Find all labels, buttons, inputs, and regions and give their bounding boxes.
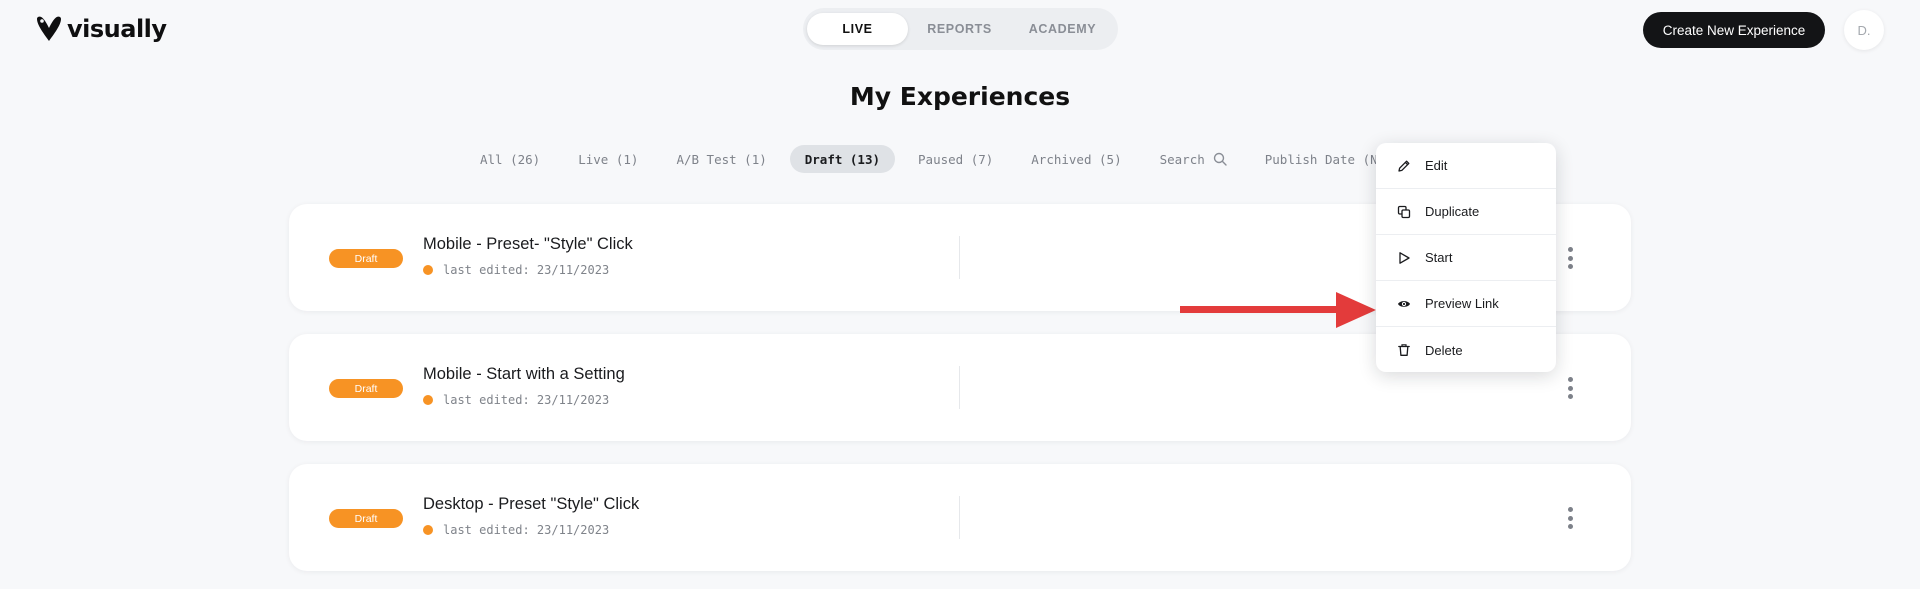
search-filter[interactable]: Search: [1145, 145, 1242, 173]
menu-item-edit[interactable]: Edit: [1376, 143, 1556, 189]
pencil-icon: [1398, 160, 1410, 172]
last-edited: last edited: 23/11/2023: [423, 393, 609, 407]
status-dot: [423, 395, 433, 405]
last-edited-text: last edited: 23/11/2023: [443, 523, 610, 537]
menu-item-duplicate[interactable]: Duplicate: [1376, 189, 1556, 235]
copy-icon: [1397, 205, 1411, 218]
logo[interactable]: visually: [35, 15, 167, 43]
context-menu: Edit Duplicate Start Preview Link Delete: [1376, 143, 1556, 372]
status-badge: Draft: [329, 379, 403, 398]
filter-draft[interactable]: Draft (13): [789, 145, 896, 173]
eye-icon: [1398, 300, 1410, 307]
trash-icon: [1398, 344, 1410, 356]
tab-live[interactable]: LIVE: [807, 13, 908, 45]
page-title: My Experiences: [849, 82, 1071, 111]
more-options-icon[interactable]: [1564, 374, 1576, 402]
avatar[interactable]: D.: [1844, 10, 1884, 50]
last-edited-text: last edited: 23/11/2023: [443, 263, 610, 277]
experience-title[interactable]: Mobile - Preset- "Style" Click: [423, 235, 633, 254]
search-icon: [1213, 152, 1227, 166]
experience-card[interactable]: Draft Desktop - Preset "Style" Click las…: [289, 464, 1631, 571]
last-edited-text: last edited: 23/11/2023: [443, 393, 610, 407]
search-label: Search: [1159, 151, 1205, 167]
card-divider: [959, 236, 960, 279]
menu-item-preview-link[interactable]: Preview Link: [1376, 281, 1556, 327]
status-badge: Draft: [329, 249, 403, 268]
experience-title[interactable]: Mobile - Start with a Setting: [423, 365, 625, 384]
main-nav-tabs: LIVE REPORTS ACADEMY: [803, 8, 1118, 50]
filter-ab-test[interactable]: A/B Test (1): [661, 145, 781, 173]
card-divider: [959, 366, 960, 409]
last-edited: last edited: 23/11/2023: [423, 523, 609, 537]
menu-item-label: Delete: [1425, 342, 1463, 358]
status-dot: [423, 525, 433, 535]
menu-item-label: Start: [1425, 250, 1453, 265]
play-icon: [1399, 251, 1410, 264]
visually-logo-icon: [37, 16, 61, 41]
filter-live[interactable]: Live (1): [563, 145, 653, 173]
status-badge: Draft: [329, 509, 403, 528]
more-options-icon[interactable]: [1564, 504, 1576, 532]
filter-paused[interactable]: Paused (7): [903, 145, 1008, 173]
menu-item-label: Duplicate: [1425, 204, 1480, 219]
last-edited: last edited: 23/11/2023: [423, 263, 609, 277]
more-options-icon[interactable]: [1564, 244, 1576, 272]
create-new-experience-button[interactable]: Create New Experience: [1643, 12, 1825, 48]
logo-text: visually: [67, 15, 167, 43]
menu-item-delete[interactable]: Delete: [1376, 327, 1556, 373]
card-divider: [959, 496, 960, 539]
tab-academy[interactable]: ACADEMY: [1011, 13, 1114, 45]
menu-item-label: Edit: [1425, 158, 1448, 173]
filter-bar: All (26) Live (1) A/B Test (1) Draft (13…: [465, 145, 1423, 173]
menu-item-label: Preview Link: [1425, 296, 1499, 311]
menu-item-start[interactable]: Start: [1376, 235, 1556, 281]
filter-archived[interactable]: Archived (5): [1016, 145, 1136, 173]
tab-reports[interactable]: REPORTS: [908, 13, 1011, 45]
annotation-arrow-icon: [1180, 292, 1376, 328]
menu-caret: [1556, 249, 1564, 265]
experience-title[interactable]: Desktop - Preset "Style" Click: [423, 495, 639, 514]
status-dot: [423, 265, 433, 275]
filter-all[interactable]: All (26): [465, 145, 555, 173]
